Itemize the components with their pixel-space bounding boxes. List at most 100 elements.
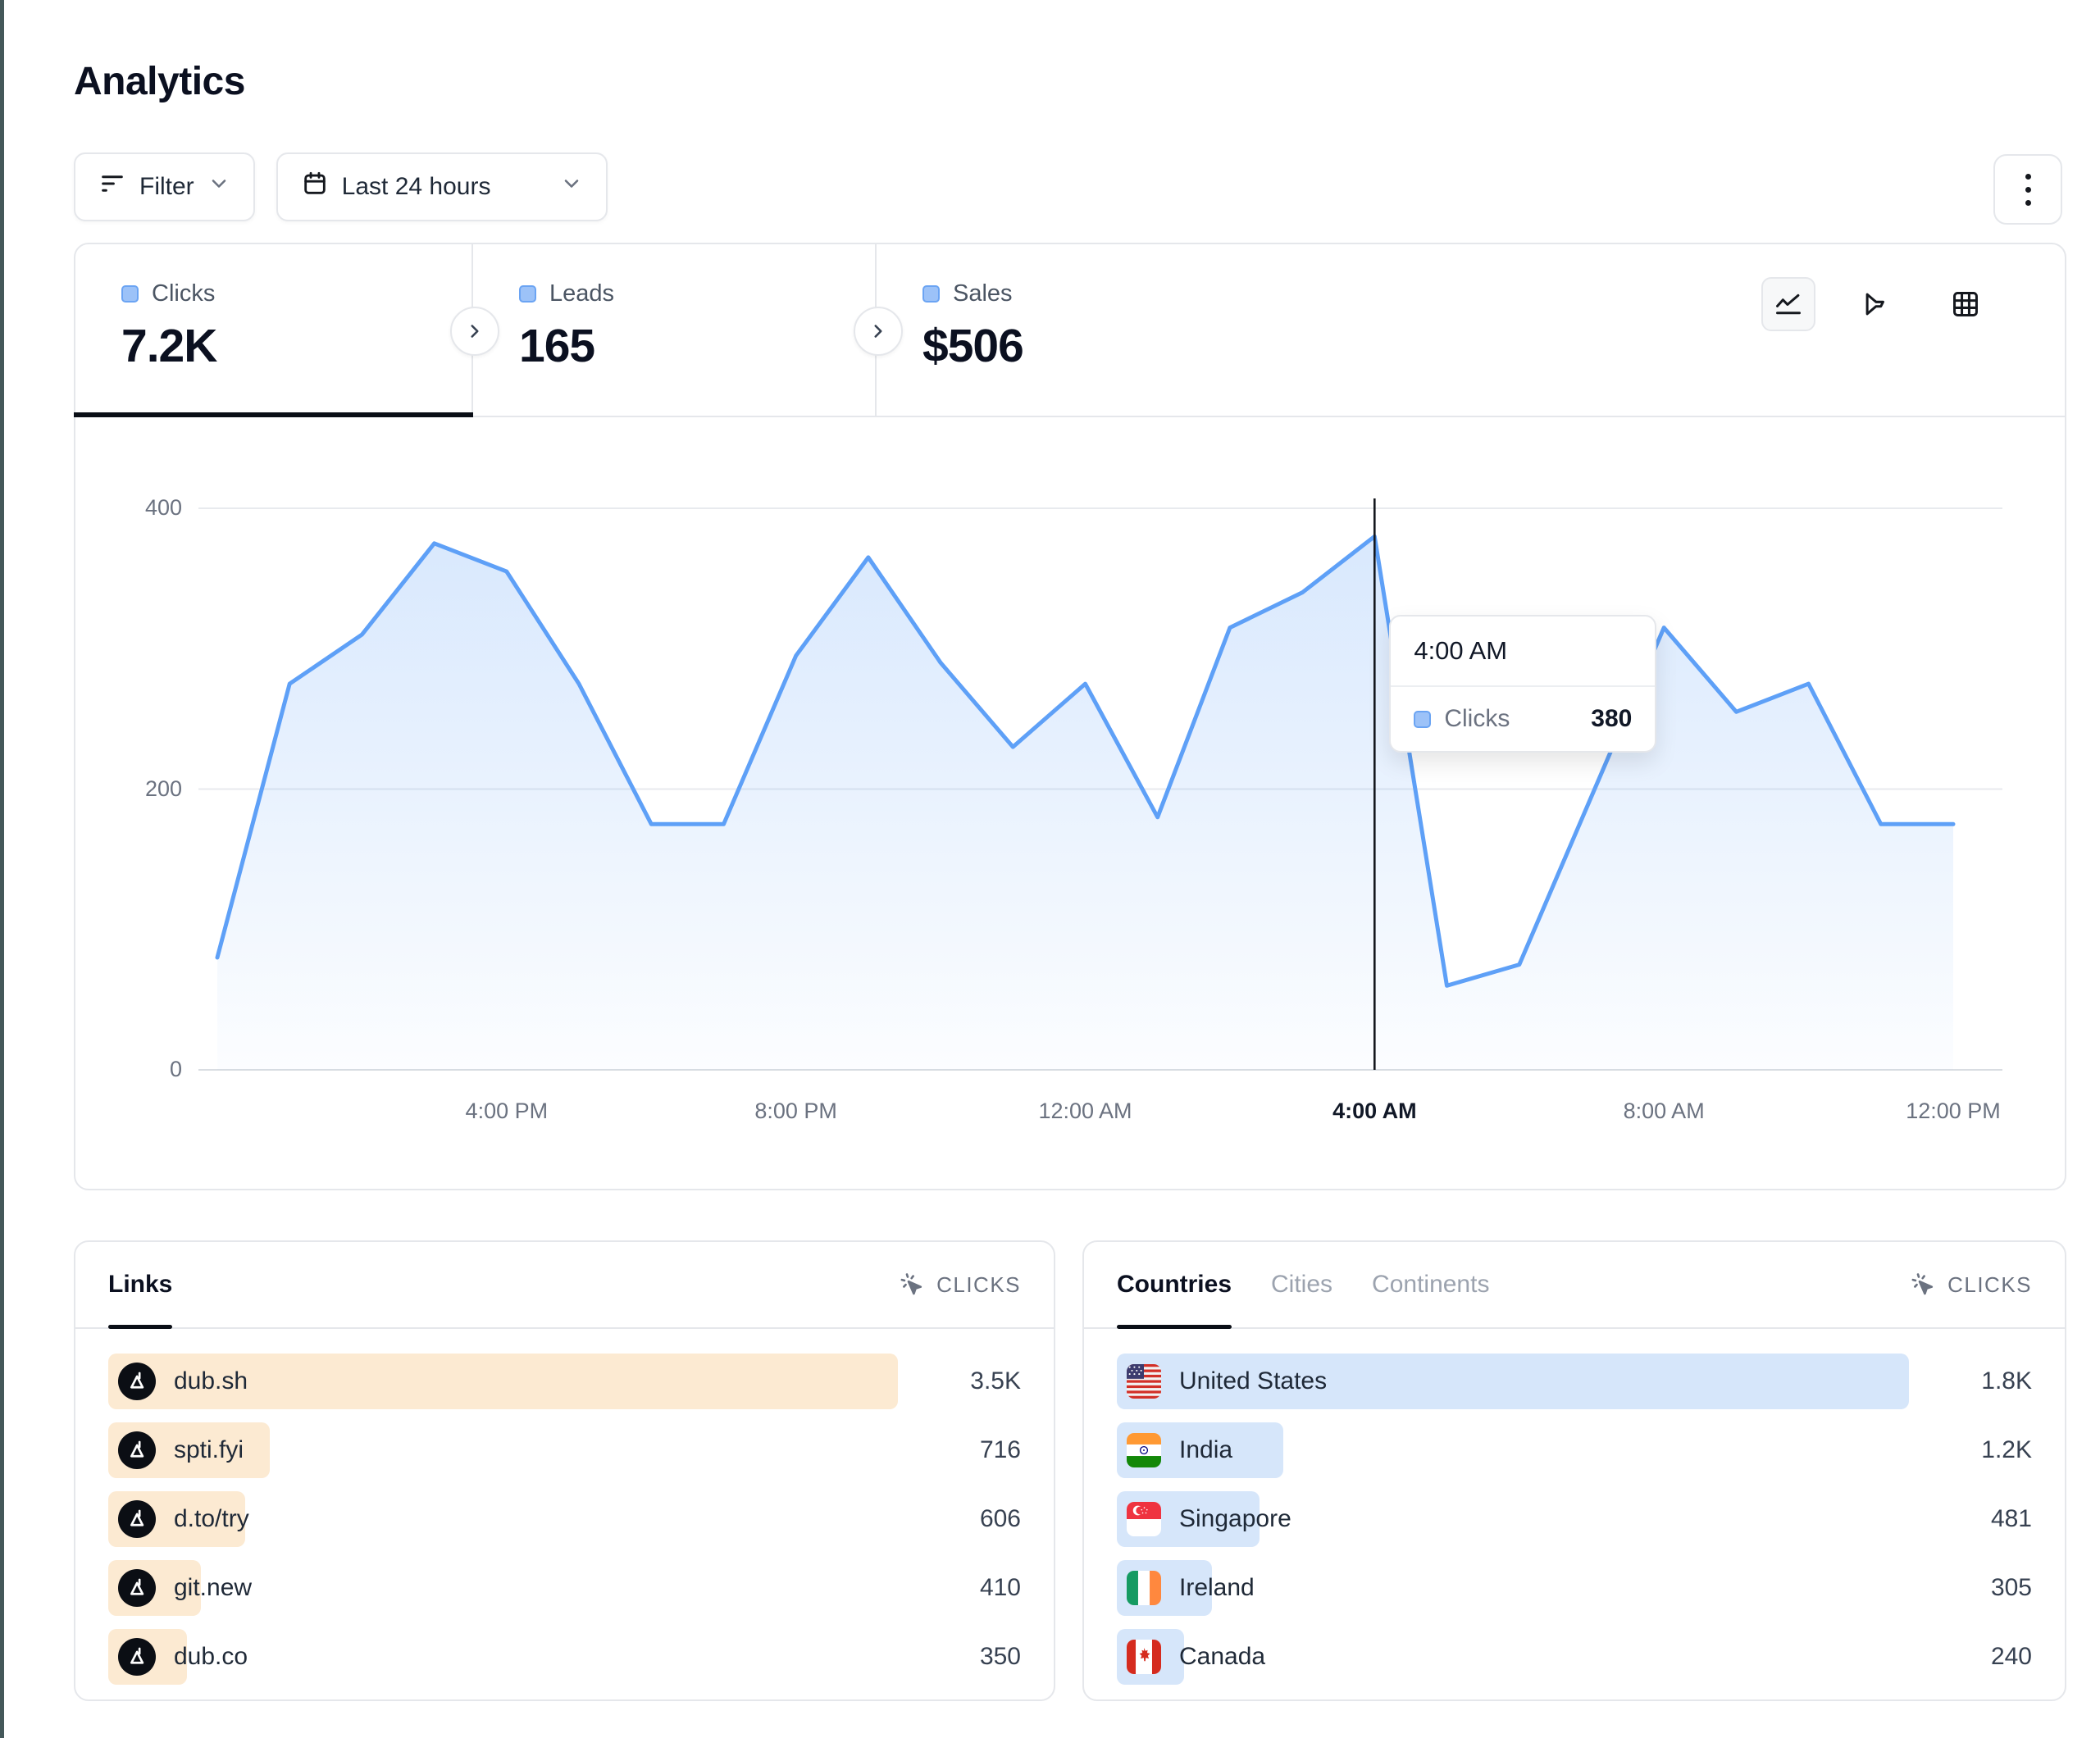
y-axis-label: 0 (67, 1057, 182, 1082)
link-value: 410 (916, 1574, 1021, 1602)
clicks-time-series-chart[interactable]: 400 200 0 4:00 PM 8:00 PM 12:00 AM (198, 461, 2002, 1070)
stat-value: 165 (519, 319, 875, 373)
line-chart-view-button[interactable] (1761, 277, 1815, 331)
link-row[interactable]: d.to/try 606 (108, 1491, 1021, 1547)
page-title: Analytics (74, 59, 245, 104)
funnel-view-button[interactable] (1850, 277, 1904, 331)
links-metric-selector[interactable]: CLICKS (899, 1272, 1021, 1298)
tab-label: Continents (1372, 1271, 1489, 1299)
country-row[interactable]: Singapore 481 (1117, 1491, 2032, 1547)
analytics-card: Clicks 7.2K Leads 165 Sales $506 (74, 243, 2066, 1190)
country-row[interactable]: Canada 240 (1117, 1629, 2032, 1685)
stat-value: 7.2K (121, 319, 471, 373)
country-value: 305 (1927, 1574, 2032, 1602)
filter-button[interactable]: Filter (74, 152, 255, 221)
x-axis-label: 8:00 AM (1624, 1099, 1705, 1124)
calendar-icon (301, 170, 329, 204)
country-label: United States (1179, 1367, 1327, 1395)
links-panel: Links CLICKS (74, 1240, 1055, 1701)
link-label: spti.fyi (174, 1436, 244, 1464)
link-value: 3.5K (916, 1367, 1021, 1395)
country-value: 1.2K (1927, 1436, 2032, 1464)
expand-clicks-button[interactable] (450, 307, 499, 356)
countries-panel: Countries Cities Continents CLICKS (1082, 1240, 2066, 1701)
flag-ireland-icon (1127, 1571, 1161, 1605)
link-row[interactable]: dub.co 350 (108, 1629, 1021, 1685)
country-row[interactable]: India 1.2K (1117, 1422, 2032, 1478)
y-axis-label: 200 (67, 776, 182, 802)
chart-type-switcher (1761, 277, 1993, 331)
tab-label: Links (108, 1271, 172, 1299)
stat-tab-clicks[interactable]: Clicks 7.2K (75, 244, 473, 416)
x-axis-label: 12:00 AM (1038, 1099, 1132, 1124)
line-chart-icon (1773, 289, 1804, 320)
country-label: Canada (1179, 1643, 1265, 1671)
tab-countries[interactable]: Countries (1117, 1242, 1232, 1327)
area-fill (217, 536, 1953, 1070)
metric-label: CLICKS (1947, 1272, 2032, 1298)
stat-tab-leads[interactable]: Leads 165 (473, 244, 877, 416)
tooltip-value: 380 (1591, 705, 1632, 733)
link-row[interactable]: git.new 410 (108, 1560, 1021, 1616)
tab-links[interactable]: Links (108, 1242, 172, 1327)
tooltip-time: 4:00 AM (1391, 616, 1655, 687)
country-value: 1.8K (1927, 1367, 2032, 1395)
link-label: d.to/try (174, 1505, 249, 1533)
link-value: 716 (916, 1436, 1021, 1464)
country-value: 240 (1927, 1643, 2032, 1671)
countries-metric-selector[interactable]: CLICKS (1910, 1272, 2032, 1298)
chevron-down-icon (207, 172, 230, 202)
more-options-button[interactable] (1993, 154, 2062, 225)
country-value: 481 (1927, 1505, 2032, 1533)
stat-label: Sales (953, 280, 1013, 307)
link-label: dub.co (174, 1643, 248, 1671)
link-value: 350 (916, 1643, 1021, 1671)
flag-us-icon (1127, 1364, 1161, 1399)
tab-cities[interactable]: Cities (1271, 1242, 1332, 1327)
clicks-legend-icon (121, 285, 139, 303)
country-label: Singapore (1179, 1505, 1291, 1533)
y-axis-label: 400 (67, 495, 182, 521)
grid-icon (1950, 289, 1981, 320)
country-row[interactable]: Ireland 305 (1117, 1560, 2032, 1616)
flag-singapore-icon (1127, 1502, 1161, 1536)
dub-logo-icon (118, 1431, 156, 1469)
dub-logo-icon (118, 1500, 156, 1538)
link-row[interactable]: spti.fyi 716 (108, 1422, 1021, 1478)
link-row[interactable]: dub.sh 3.5K (108, 1354, 1021, 1409)
area-chart-svg (198, 461, 2002, 1070)
chart-tooltip: 4:00 AM Clicks 380 (1389, 615, 1656, 753)
active-stat-indicator (74, 412, 473, 417)
active-tab-underline (108, 1325, 172, 1329)
metric-label: CLICKS (936, 1272, 1021, 1298)
toolbar: Filter Last 24 hours (74, 152, 608, 221)
active-tab-underline (1117, 1325, 1232, 1329)
chevron-down-icon (560, 172, 583, 202)
date-range-button[interactable]: Last 24 hours (276, 152, 608, 221)
cursor-click-icon (899, 1272, 925, 1298)
country-row[interactable]: United States 1.8K (1117, 1354, 2032, 1409)
cursor-click-icon (1910, 1272, 1936, 1298)
analytics-page: Analytics Filter Last 24 hours (0, 0, 2100, 1738)
x-axis-label: 4:00 AM (1332, 1099, 1417, 1124)
expand-leads-button[interactable] (854, 307, 903, 356)
dub-logo-icon (118, 1569, 156, 1607)
funnel-icon (1861, 289, 1893, 320)
tooltip-legend-icon (1414, 711, 1431, 728)
table-view-button[interactable] (1938, 277, 1993, 331)
x-axis-label: 4:00 PM (466, 1099, 549, 1124)
kebab-icon (2025, 174, 2031, 180)
flag-india-icon (1127, 1433, 1161, 1467)
links-list: dub.sh 3.5K spti.fyi 716 (75, 1329, 1054, 1685)
leads-legend-icon (519, 285, 536, 303)
dub-logo-icon (118, 1638, 156, 1676)
sales-legend-icon (922, 285, 940, 303)
tab-continents[interactable]: Continents (1372, 1242, 1489, 1327)
dub-logo-icon (118, 1363, 156, 1400)
date-range-label: Last 24 hours (342, 173, 491, 201)
x-axis-label: 8:00 PM (754, 1099, 837, 1124)
flag-canada-icon (1127, 1640, 1161, 1674)
link-label: dub.sh (174, 1367, 248, 1395)
countries-list: United States 1.8K India (1084, 1329, 2065, 1685)
tab-label: Cities (1271, 1271, 1332, 1299)
